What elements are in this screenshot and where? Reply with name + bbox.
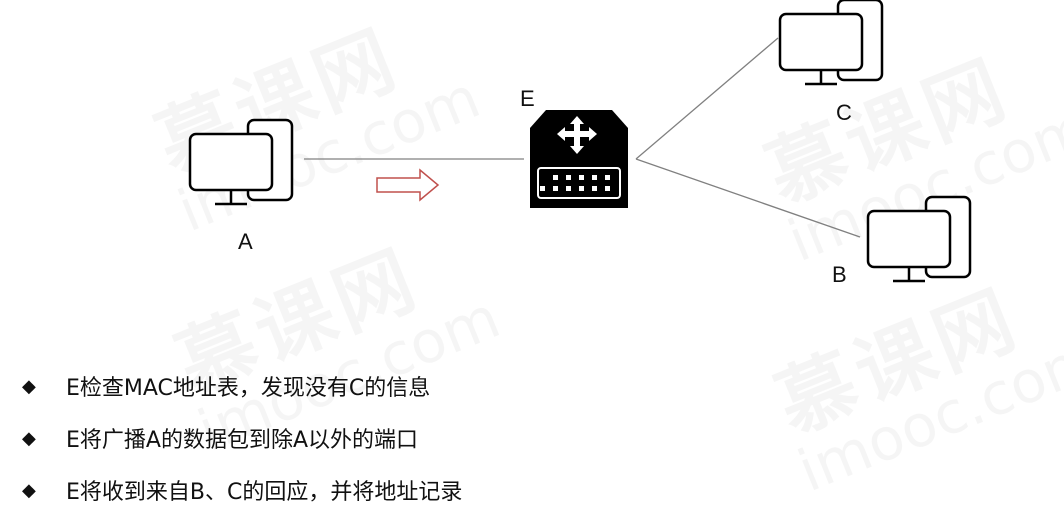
link-e-c	[635, 37, 779, 160]
computer-icon	[866, 195, 972, 283]
diamond-bullet-icon: ◆	[22, 427, 36, 449]
list-item: ◆ E检查MAC地址表，发现没有C的信息	[22, 360, 462, 412]
network-switch-icon	[530, 110, 628, 208]
link-e-b	[635, 158, 861, 238]
node-label-e: E	[520, 86, 535, 111]
diagram-stage: 慕课网 imooc.com 慕课网 imooc.com 慕课网 imooc.co…	[0, 0, 1064, 518]
node-label-a: A	[238, 229, 253, 254]
diamond-bullet-icon: ◆	[22, 479, 36, 501]
bullet-text: E检查MAC地址表，发现没有C的信息	[66, 376, 431, 401]
list-item: ◆ E将广播A的数据包到除A以外的端口	[22, 412, 462, 464]
list-item: ◆ E将收到来自B、C的回应，并将地址记录	[22, 464, 462, 516]
bullet-text: E将收到来自B、C的回应，并将地址记录	[66, 480, 463, 505]
computer-icon	[188, 118, 294, 206]
bullet-text: E将广播A的数据包到除A以外的端口	[66, 428, 419, 453]
diamond-bullet-icon: ◆	[22, 375, 36, 397]
node-label-b: B	[832, 262, 847, 287]
direction-arrow-icon	[376, 168, 440, 202]
node-label-c: C	[836, 100, 852, 125]
computer-icon	[778, 0, 884, 86]
bullet-list: ◆ E检查MAC地址表，发现没有C的信息 ◆ E将广播A的数据包到除A以外的端口…	[22, 360, 462, 516]
